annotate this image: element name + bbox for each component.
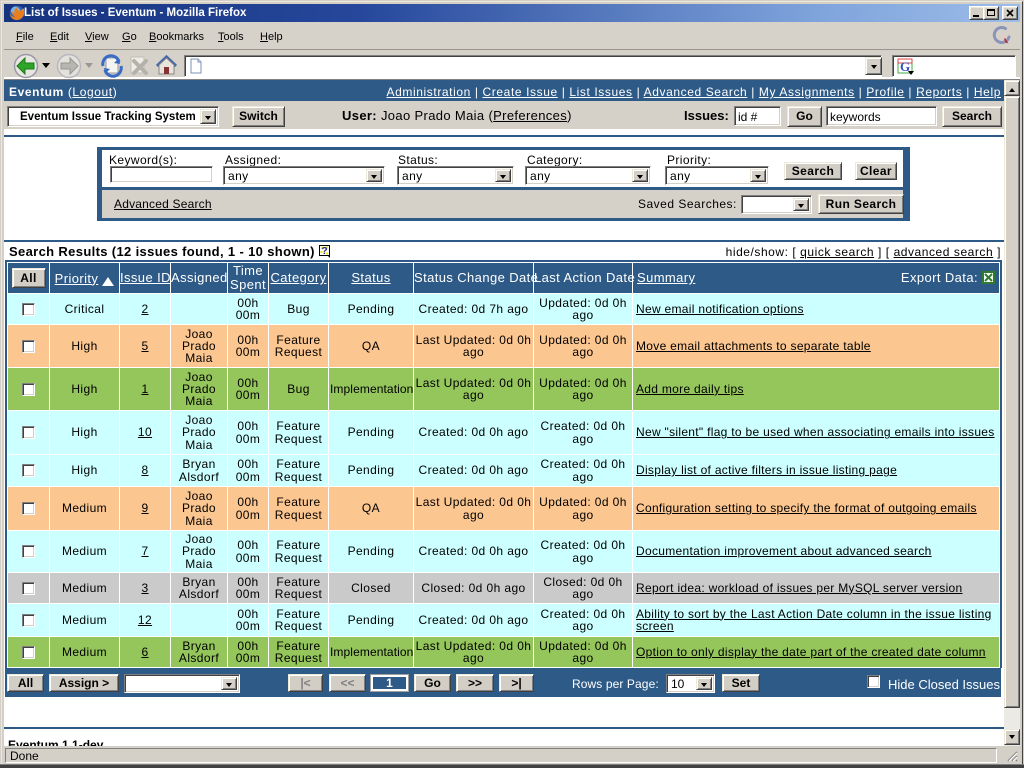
svg-text:?: ? bbox=[321, 246, 327, 257]
